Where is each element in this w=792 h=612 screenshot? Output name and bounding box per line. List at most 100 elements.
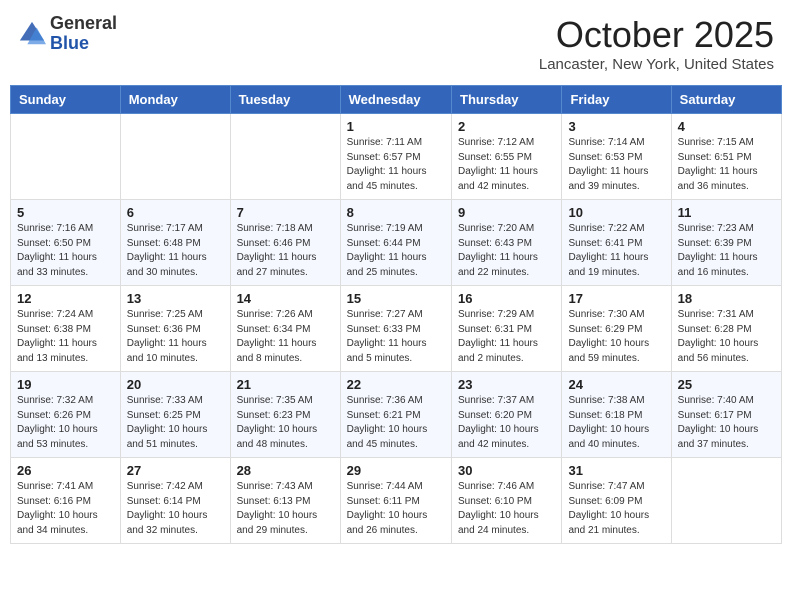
day-info-line: Sunrise: 7:36 AM <box>347 395 423 406</box>
column-header-saturday: Saturday <box>671 86 781 114</box>
calendar-cell: 27Sunrise: 7:42 AMSunset: 6:14 PMDayligh… <box>120 458 230 544</box>
calendar-cell: 15Sunrise: 7:27 AMSunset: 6:33 PMDayligh… <box>340 286 451 372</box>
calendar-cell: 20Sunrise: 7:33 AMSunset: 6:25 PMDayligh… <box>120 372 230 458</box>
day-info: Sunrise: 7:22 AMSunset: 6:41 PMDaylight:… <box>568 222 664 280</box>
day-info-line: Sunset: 6:41 PM <box>568 238 642 249</box>
day-info: Sunrise: 7:17 AMSunset: 6:48 PMDaylight:… <box>127 222 224 280</box>
day-info-line: Daylight: 11 hours and 33 minutes. <box>17 252 97 278</box>
day-info: Sunrise: 7:27 AMSunset: 6:33 PMDaylight:… <box>347 308 445 366</box>
day-info-line: Sunset: 6:09 PM <box>568 496 642 507</box>
day-info-line: Daylight: 10 hours and 40 minutes. <box>568 424 649 450</box>
calendar-cell <box>671 458 781 544</box>
day-info-line: Sunrise: 7:42 AM <box>127 481 203 492</box>
logo-general-text: General <box>50 14 117 34</box>
day-number: 8 <box>347 205 445 220</box>
day-info: Sunrise: 7:44 AMSunset: 6:11 PMDaylight:… <box>347 480 445 538</box>
day-info-line: Sunset: 6:48 PM <box>127 238 201 249</box>
day-info-line: Sunrise: 7:23 AM <box>678 223 754 234</box>
day-info-line: Sunset: 6:18 PM <box>568 410 642 421</box>
day-info: Sunrise: 7:19 AMSunset: 6:44 PMDaylight:… <box>347 222 445 280</box>
day-number: 1 <box>347 119 445 134</box>
day-info-line: Sunset: 6:28 PM <box>678 324 752 335</box>
day-info: Sunrise: 7:35 AMSunset: 6:23 PMDaylight:… <box>237 394 334 452</box>
day-number: 30 <box>458 463 555 478</box>
day-info-line: Sunset: 6:43 PM <box>458 238 532 249</box>
day-info-line: Daylight: 11 hours and 8 minutes. <box>237 338 317 364</box>
day-info-line: Daylight: 11 hours and 5 minutes. <box>347 338 427 364</box>
logo: General Blue <box>18 14 117 54</box>
day-number: 19 <box>17 377 114 392</box>
day-info-line: Sunrise: 7:41 AM <box>17 481 93 492</box>
day-info-line: Daylight: 11 hours and 10 minutes. <box>127 338 207 364</box>
day-info-line: Sunset: 6:21 PM <box>347 410 421 421</box>
day-number: 17 <box>568 291 664 306</box>
day-info-line: Sunrise: 7:24 AM <box>17 309 93 320</box>
page-header: General Blue October 2025 Lancaster, New… <box>10 10 782 77</box>
day-info-line: Sunset: 6:34 PM <box>237 324 311 335</box>
day-info-line: Sunset: 6:31 PM <box>458 324 532 335</box>
calendar-cell: 5 Sunrise: 7:16 AMSunset: 6:50 PMDaylight… <box>11 200 121 286</box>
calendar-cell: 3 Sunrise: 7:14 AMSunset: 6:53 PMDaylight… <box>562 114 671 200</box>
day-number: 9 <box>458 205 555 220</box>
day-number: 28 <box>237 463 334 478</box>
day-number: 16 <box>458 291 555 306</box>
day-info-line: Sunset: 6:38 PM <box>17 324 91 335</box>
calendar-cell: 23 Sunrise: 7:37 AMSunset: 6:20 PMDayligh… <box>452 372 562 458</box>
day-info-line: Sunset: 6:36 PM <box>127 324 201 335</box>
logo-blue-text: Blue <box>50 34 117 54</box>
day-info: Sunrise: 7:25 AM Sunset: 6:36 PM Daylight:… <box>127 308 224 366</box>
day-info-line: Sunset: 6:17 PM <box>678 410 752 421</box>
day-info: Sunrise: 7:16 AMSunset: 6:50 PMDaylight:… <box>17 222 114 280</box>
calendar-cell: 13Sunrise: 7:25 AMSunset: 6:36 PMDayligh… <box>120 286 230 372</box>
day-number: 23 <box>458 377 555 392</box>
day-number: 25 <box>678 377 775 392</box>
day-info-line: Sunrise: 7:25 AM <box>127 309 203 320</box>
day-number: 3 <box>568 119 664 134</box>
day-info-line: Daylight: 11 hours and 39 minutes. <box>568 166 648 192</box>
day-info: Sunrise: 7:24 AMSunset: 6:38 PMDaylight:… <box>17 308 114 366</box>
day-info-line: Sunset: 6:26 PM <box>17 410 91 421</box>
day-info: Sunrise: 7:30 AMSunset: 6:29 PMDaylight:… <box>568 308 664 366</box>
calendar-table: SundayMondayTuesdayWednesdayThursdayFrid… <box>10 85 782 544</box>
day-info-line: Sunrise: 7:15 AM <box>678 137 754 148</box>
day-info-line: Sunrise: 7:12 AM <box>458 137 534 148</box>
month-title: October 2025 <box>539 14 774 56</box>
day-info-line: Sunset: 6:25 PM <box>127 410 201 421</box>
day-info-line: Sunset: 6:50 PM <box>17 238 91 249</box>
column-header-monday: Monday <box>120 86 230 114</box>
day-info-line: Sunrise: 7:17 AM <box>127 223 203 234</box>
day-info-line: Sunrise: 7:44 AM <box>347 481 423 492</box>
day-info: Sunrise: 7:37 AMSunset: 6:20 PMDaylight:… <box>458 394 555 452</box>
day-number: 21 <box>237 377 334 392</box>
calendar-cell: 17 Sunrise: 7:30 AMSunset: 6:29 PMDayligh… <box>562 286 671 372</box>
day-info-line: Daylight: 10 hours and 42 minutes. <box>458 424 539 450</box>
day-number: 26 <box>17 463 114 478</box>
day-info-line: Sunrise: 7:26 AM <box>237 309 313 320</box>
day-info-line: Sunset: 6:29 PM <box>568 324 642 335</box>
day-info: Sunrise: 7:12 AMSunset: 6:55 PMDaylight:… <box>458 136 555 194</box>
calendar-cell: 25 Sunrise: 7:40 AMSunset: 6:17 PMDayligh… <box>671 372 781 458</box>
day-info-line: Sunrise: 7:43 AM <box>237 481 313 492</box>
calendar-cell: 19Sunrise: 7:32 AMSunset: 6:26 PMDayligh… <box>11 372 121 458</box>
day-info-line: Sunrise: 7:31 AM <box>678 309 754 320</box>
calendar-cell: 16Sunrise: 7:29 AMSunset: 6:31 PMDayligh… <box>452 286 562 372</box>
day-number: 5 <box>17 205 114 220</box>
day-info: Sunrise: 7:14 AMSunset: 6:53 PMDaylight:… <box>568 136 664 194</box>
column-header-wednesday: Wednesday <box>340 86 451 114</box>
day-number: 20 <box>127 377 224 392</box>
day-info-line: Daylight: 11 hours and 22 minutes. <box>458 252 538 278</box>
calendar-cell: 21 Sunrise: 7:35 AMSunset: 6:23 PMDayligh… <box>230 372 340 458</box>
day-info: Sunrise: 7:41 AMSunset: 6:16 PMDaylight:… <box>17 480 114 538</box>
day-info: Sunrise: 7:40 AMSunset: 6:17 PMDaylight:… <box>678 394 775 452</box>
day-number: 10 <box>568 205 664 220</box>
day-info-line: Sunset: 6:57 PM <box>347 152 421 163</box>
day-info-line: Daylight: 11 hours and 25 minutes. <box>347 252 427 278</box>
day-info-line: Daylight: 11 hours and 16 minutes. <box>678 252 758 278</box>
day-number: 31 <box>568 463 664 478</box>
day-info-line: Sunrise: 7:27 AM <box>347 309 423 320</box>
day-info-line: Sunrise: 7:47 AM <box>568 481 644 492</box>
day-number: 12 <box>17 291 114 306</box>
day-number: 22 <box>347 377 445 392</box>
day-info-line: Sunset: 6:10 PM <box>458 496 532 507</box>
calendar-cell: 10 Sunrise: 7:22 AMSunset: 6:41 PMDayligh… <box>562 200 671 286</box>
